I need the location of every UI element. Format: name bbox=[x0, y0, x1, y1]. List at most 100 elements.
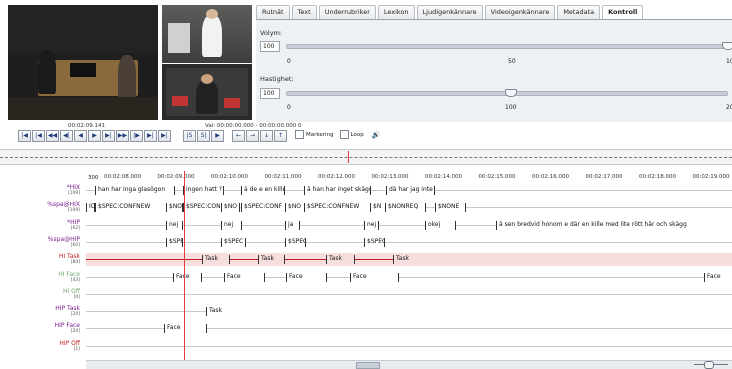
annotation-segment[interactable]: Face bbox=[164, 324, 207, 334]
tier-label[interactable]: HI Task [80] bbox=[0, 254, 80, 266]
annotation-segment[interactable]: nej bbox=[364, 220, 379, 230]
annotation-segment[interactable]: Task bbox=[206, 307, 732, 317]
previous-second-button[interactable]: ◀◀ bbox=[46, 130, 59, 142]
tier-row[interactable]: Face Face Face Face Face bbox=[86, 271, 732, 284]
tier-row[interactable]: ION$SPEC:CONFNEW$NO$SPEC:CON$NO$SPEC:CON… bbox=[86, 201, 732, 214]
right-arrow-button[interactable]: → bbox=[246, 130, 259, 142]
tab-rutnat[interactable]: Rutnät bbox=[256, 5, 290, 19]
tab-metadata[interactable]: Metadata bbox=[557, 5, 601, 19]
annotation-segment[interactable]: Face bbox=[286, 272, 327, 282]
down-arrow-button[interactable]: ↓ bbox=[260, 130, 273, 142]
annotation-segment[interactable]: $SPEC:CONF bbox=[241, 203, 286, 213]
annotation-segment[interactable]: ingen hatt ? bbox=[183, 186, 224, 195]
tier-row[interactable]: Task Task Task Task bbox=[86, 253, 732, 267]
tier-row[interactable] bbox=[86, 340, 732, 353]
next-second-button[interactable]: |▶ bbox=[130, 130, 143, 142]
annotation-segment[interactable]: $SPE bbox=[166, 237, 183, 247]
annotation-segment[interactable]: $SPEC bbox=[221, 237, 246, 247]
tab-underrubriker[interactable]: Underrubriker bbox=[318, 5, 376, 19]
tier-row[interactable]: nej nej ja nej okej å sen bredvid honom e där… bbox=[86, 219, 732, 232]
tier-label[interactable]: *HIX [109] bbox=[0, 185, 80, 197]
speed-slider-thumb[interactable] bbox=[505, 89, 517, 97]
selection-end-button[interactable]: S| bbox=[197, 130, 210, 142]
next-frame-button[interactable]: ▶▶ bbox=[116, 130, 129, 142]
annotation-segment[interactable]: $SPEC:CON bbox=[183, 203, 222, 213]
next-ms-button[interactable]: ▶| bbox=[102, 130, 115, 142]
previous-ms-button[interactable]: ◀ bbox=[74, 130, 87, 142]
ruler-time-label: 00:02:08.000 bbox=[104, 174, 141, 180]
volume-value-field[interactable]: 100 bbox=[260, 41, 280, 52]
annotation-segment[interactable]: $SPEC:CONFNEW bbox=[95, 203, 167, 213]
tier-label[interactable]: HIP Face [20] bbox=[0, 323, 80, 335]
next-scrollview-button[interactable]: ▶| bbox=[144, 130, 157, 142]
tier-row[interactable]: han har inga glasögon ingen hatt ? å de e … bbox=[86, 184, 732, 197]
markering-checkbox[interactable]: Markering bbox=[295, 130, 334, 142]
tier-row[interactable] bbox=[86, 288, 732, 301]
annotation-segment[interactable]: $N bbox=[370, 203, 386, 213]
annotation-segment[interactable]: Task bbox=[326, 255, 355, 265]
left-arrow-button[interactable]: ← bbox=[232, 130, 245, 142]
annotation-segment[interactable]: Face bbox=[350, 272, 399, 282]
tab-videoigenkannare[interactable]: Videoigenkännare bbox=[484, 5, 556, 19]
speed-value-field[interactable]: 100 bbox=[260, 88, 280, 99]
playhead-cursor[interactable] bbox=[184, 171, 185, 361]
annotation-segment[interactable]: $NONREQ bbox=[385, 203, 426, 213]
tier-row[interactable]: Task bbox=[86, 305, 732, 318]
annotation-segment[interactable]: ja bbox=[285, 220, 300, 230]
tab-text[interactable]: Text bbox=[291, 5, 317, 19]
tier-label[interactable]: HI Face [43] bbox=[0, 270, 80, 284]
tier-label[interactable]: %spa@HIP [60] bbox=[0, 236, 80, 249]
annotation-segment[interactable]: nej bbox=[166, 220, 183, 230]
tier-label[interactable]: %spa@HIX [109] bbox=[0, 202, 80, 214]
speaker-icon[interactable]: 🔊 bbox=[372, 130, 381, 142]
tier-name: HI Face bbox=[58, 270, 80, 278]
tab-ljudigenkannare[interactable]: Ljudigenkännare bbox=[416, 5, 483, 19]
tab-kontroll[interactable]: Kontroll bbox=[602, 5, 644, 19]
up-arrow-button[interactable]: ↑ bbox=[274, 130, 287, 142]
annotation-segment[interactable]: $NO bbox=[166, 203, 183, 213]
loop-checkbox[interactable]: Loop bbox=[339, 130, 364, 142]
tier-label[interactable]: *HIP [62] bbox=[0, 219, 80, 232]
tier-row[interactable]: Face bbox=[86, 322, 732, 335]
tier-label[interactable]: HIP Task [20] bbox=[0, 306, 80, 318]
annotation-segment[interactable]: Task bbox=[258, 255, 285, 265]
annotation-segment[interactable]: $SPEC bbox=[285, 237, 306, 247]
annotation-segment[interactable]: $NO bbox=[285, 203, 305, 213]
waveform-overview[interactable] bbox=[0, 149, 732, 165]
volume-slider[interactable] bbox=[286, 44, 728, 49]
annotation-segment[interactable]: $SPEC bbox=[364, 237, 385, 247]
selection-begin-button[interactable]: |S bbox=[183, 130, 196, 142]
annotation-segment[interactable]: han har inga glasögon bbox=[95, 186, 175, 195]
previous-frame-button[interactable]: ◀| bbox=[60, 130, 73, 142]
previous-scrollview-button[interactable]: |◀ bbox=[32, 130, 45, 142]
annotation-segment[interactable]: å de e en kille bbox=[241, 186, 285, 195]
go-to-begin-button[interactable]: |◀ bbox=[18, 130, 31, 142]
annotation-segment[interactable]: Task bbox=[393, 255, 732, 265]
tier-annotation-count: [80] bbox=[70, 260, 80, 266]
go-to-end-button[interactable]: ▶| bbox=[158, 130, 171, 142]
annotation-segment[interactable]: nej bbox=[221, 220, 242, 230]
tab-lexikon[interactable]: Lexikon bbox=[377, 5, 415, 19]
annotation-segment[interactable]: Face bbox=[704, 272, 732, 282]
play-selection-button[interactable]: ▶ bbox=[211, 130, 224, 142]
annotation-segment[interactable]: då har jag inte ha bbox=[386, 186, 435, 195]
annotation-segment[interactable]: $NONE bbox=[435, 203, 466, 213]
tier-label[interactable]: HI Off [0] bbox=[0, 288, 80, 301]
annotation-segment[interactable]: Face bbox=[224, 272, 265, 282]
speed-scale-mid: 100 bbox=[505, 104, 517, 111]
annotation-segment[interactable]: å sen bredvid honom e där en kille med l… bbox=[496, 220, 732, 230]
annotation-segment[interactable]: okej bbox=[425, 220, 456, 230]
annotation-segment[interactable]: $SPEC:CONFNEW bbox=[304, 203, 371, 213]
volume-slider-thumb[interactable] bbox=[722, 42, 732, 50]
kontroll-panel: Volym: 100 0 50 10 Hastighet: 100 0 100 … bbox=[256, 20, 732, 122]
annotation-segment[interactable]: $NO bbox=[221, 203, 240, 213]
annotation-segment[interactable]: Task bbox=[202, 255, 230, 265]
tier-row[interactable]: $SPE $SPEC $SPEC $SPEC bbox=[86, 236, 732, 249]
selection-readout: Val: 00:00:00.000 - 00:00:00.000 0 bbox=[205, 123, 302, 129]
annotation-segment[interactable]: Face bbox=[173, 272, 202, 282]
play-button[interactable]: ▶ bbox=[88, 130, 101, 142]
annotation-segment[interactable]: å han har inget skägg bbox=[304, 186, 371, 195]
tier-label[interactable]: HIP Off [1] bbox=[0, 340, 80, 353]
annotation-segment[interactable]: ION bbox=[86, 203, 95, 213]
zoom-slider[interactable] bbox=[694, 361, 728, 369]
